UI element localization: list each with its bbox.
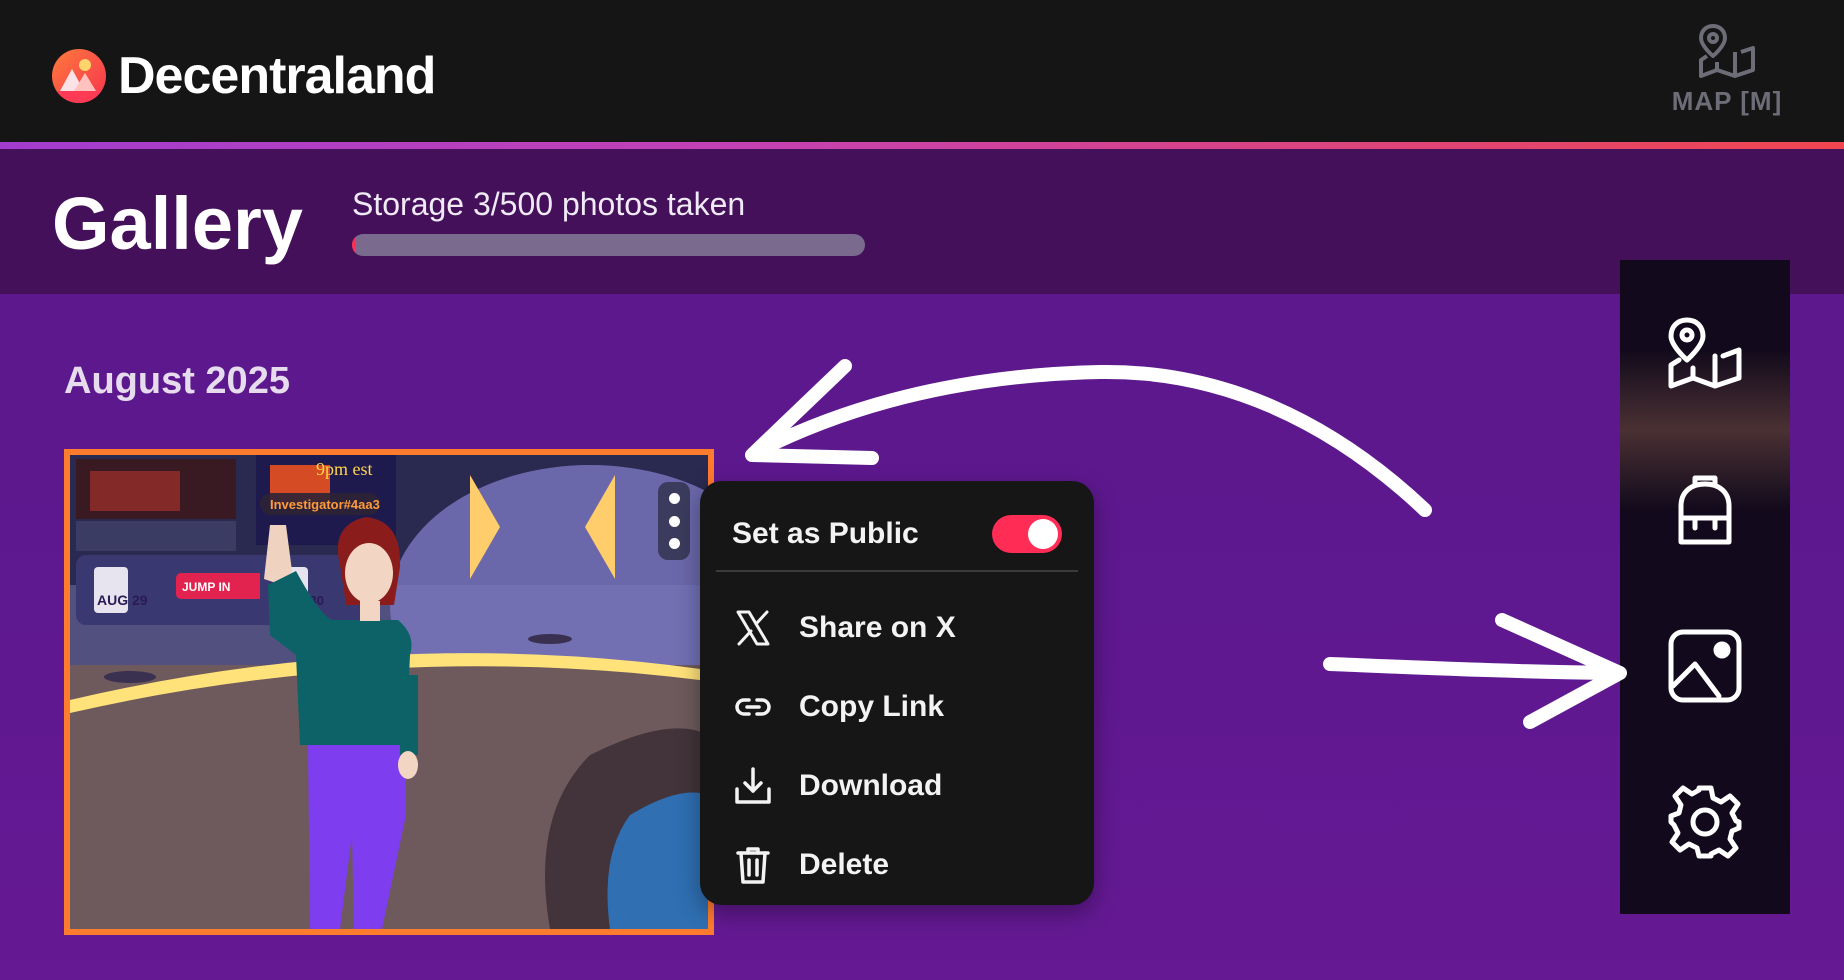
side-toolbar <box>1620 260 1790 914</box>
poster-time-text: 9pm est <box>316 459 373 479</box>
menu-item-label: Share on X <box>799 611 956 644</box>
menu-item-label: Download <box>799 769 943 802</box>
gallery-icon <box>1668 629 1742 703</box>
trash-icon <box>736 847 770 884</box>
link-icon <box>735 698 771 716</box>
set-public-toggle[interactable] <box>992 515 1062 553</box>
brand-logo[interactable]: Decentraland <box>52 47 436 105</box>
side-button-gallery[interactable] <box>1661 622 1749 710</box>
x-logo-icon <box>736 610 770 646</box>
storage-progress-bar <box>352 234 865 256</box>
decentraland-logo-icon <box>52 49 106 103</box>
set-public-row[interactable]: Set as Public <box>732 511 1062 557</box>
menu-item-copy-link[interactable]: Copy Link <box>732 682 1062 732</box>
brand-name: Decentraland <box>118 47 436 105</box>
photo-thumbnail[interactable]: 9pm est AUG 29 JUMP IN AUG 30 Investigat… <box>64 449 714 935</box>
month-heading: August 2025 <box>64 360 290 402</box>
side-button-map[interactable] <box>1661 310 1749 398</box>
top-bar-gradient-line <box>0 142 1844 149</box>
page-title: Gallery <box>52 182 303 265</box>
avatar-username-tag: Investigator#4aa3 <box>270 497 380 512</box>
photo-scene: 9pm est AUG 29 JUMP IN AUG 30 Investigat… <box>70 455 708 929</box>
menu-item-download[interactable]: Download <box>732 761 1062 811</box>
straight-arrow-icon <box>1323 657 1622 680</box>
straight-arrow-head-icon <box>1495 613 1627 729</box>
menu-divider <box>716 570 1078 572</box>
side-button-settings[interactable] <box>1661 778 1749 866</box>
map-icon <box>1668 317 1742 389</box>
map-icon <box>1699 24 1755 78</box>
download-icon <box>735 767 771 804</box>
photo-context-menu: Set as Public Share on X Copy Link Downl… <box>700 481 1094 905</box>
menu-item-delete[interactable]: Delete <box>732 840 1062 890</box>
map-label: MAP [M] <box>1671 86 1783 116</box>
top-bar: Decentraland MAP [M] <box>0 0 1844 142</box>
menu-item-label: Copy Link <box>799 690 945 723</box>
menu-item-label: Delete <box>799 848 890 881</box>
set-public-label: Set as Public <box>732 517 919 550</box>
event-date-1: AUG 29 <box>97 592 148 608</box>
photo-options-button[interactable] <box>658 482 690 560</box>
curved-arrow-head-icon <box>745 359 879 465</box>
side-button-backpack[interactable] <box>1661 466 1749 554</box>
storage-label: Storage 3/500 photos taken <box>352 186 746 222</box>
menu-item-share-on-x[interactable]: Share on X <box>732 603 1062 653</box>
map-button[interactable]: MAP [M] <box>1662 22 1792 126</box>
dot-icon <box>668 493 680 505</box>
toggle-knob <box>1028 519 1058 549</box>
settings-icon <box>1668 785 1742 859</box>
dot-icon <box>668 537 680 549</box>
jump-in-text: JUMP IN <box>182 580 230 594</box>
backpack-icon <box>1678 475 1732 545</box>
dot-icon <box>668 515 680 527</box>
